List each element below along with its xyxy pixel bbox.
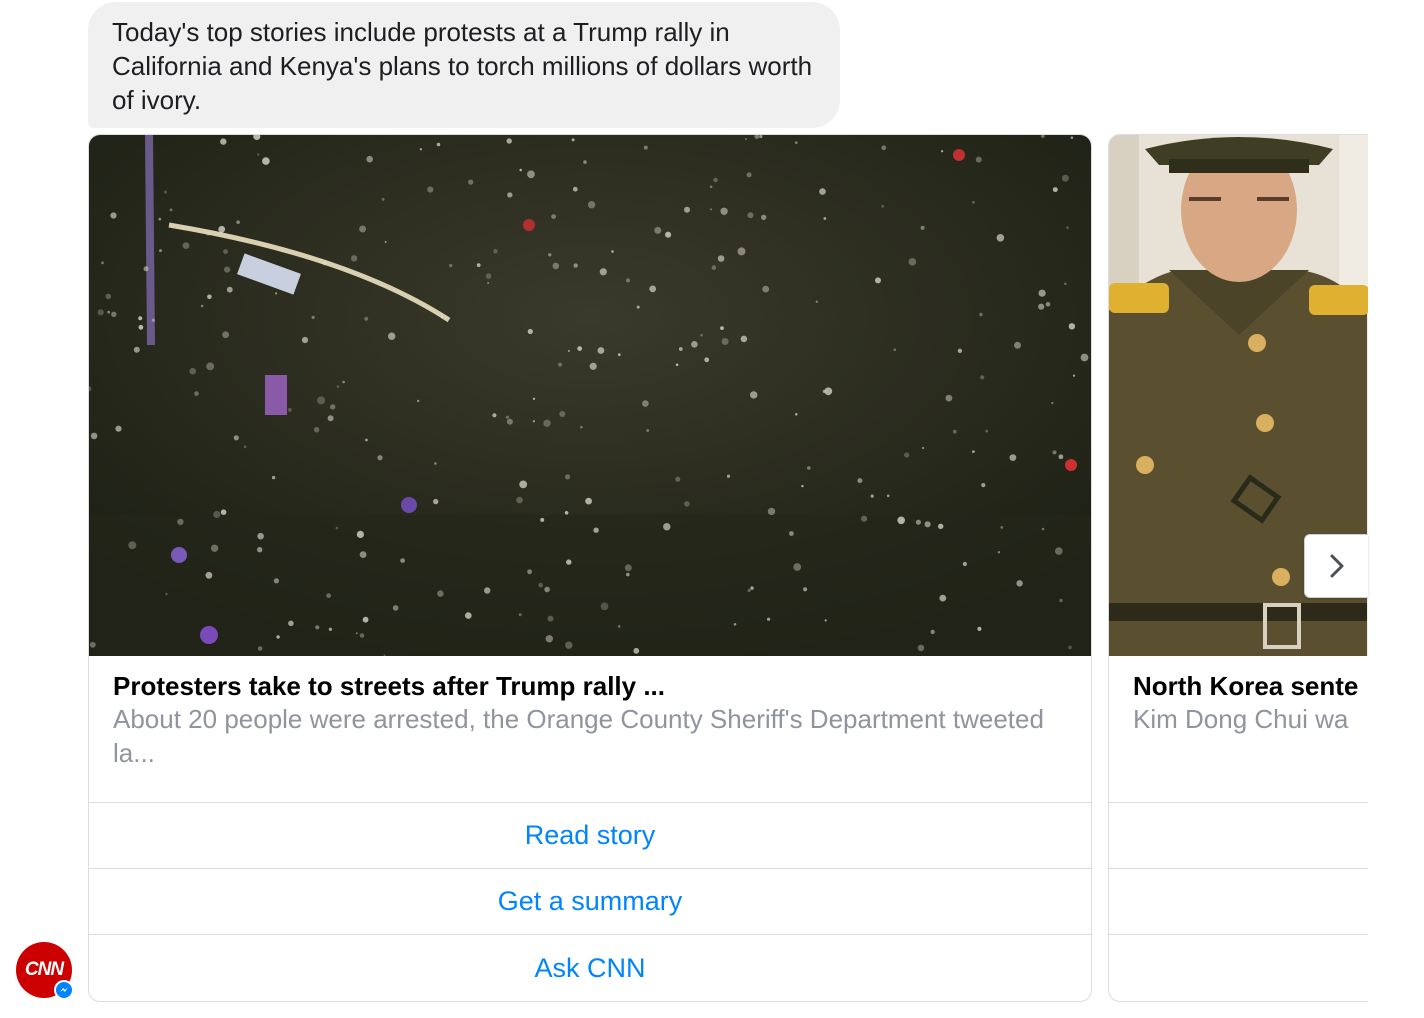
read-story-button[interactable]: Read story (89, 803, 1091, 869)
card-button[interactable] (1109, 869, 1368, 935)
chevron-right-icon (1330, 554, 1343, 578)
story-carousel: Protesters take to streets after Trump r… (88, 134, 1368, 1004)
card-button[interactable] (1109, 935, 1368, 1001)
story-text: North Korea sente Kim Dong Chui wa (1109, 656, 1368, 803)
story-image[interactable] (89, 135, 1091, 656)
story-description: Kim Dong Chui wa (1133, 704, 1349, 734)
card-button[interactable] (1109, 803, 1368, 869)
ask-cnn-button[interactable]: Ask CNN (89, 935, 1091, 1001)
avatar-logo-text: CNN (24, 959, 64, 980)
story-card[interactable]: Protesters take to streets after Trump r… (88, 134, 1092, 1002)
messenger-icon (54, 980, 74, 1000)
message-bubble: Today's top stories include protests at … (88, 2, 840, 128)
message-text: Today's top stories include protests at … (112, 17, 813, 115)
story-title: Protesters take to streets after Trump r… (113, 671, 665, 701)
story-text: Protesters take to streets after Trump r… (89, 656, 1091, 803)
get-summary-button[interactable]: Get a summary (89, 869, 1091, 935)
carousel-next-button[interactable] (1304, 534, 1368, 598)
story-title: North Korea sente (1133, 671, 1359, 701)
story-description: About 20 people were arrested, the Orang… (113, 704, 1044, 768)
